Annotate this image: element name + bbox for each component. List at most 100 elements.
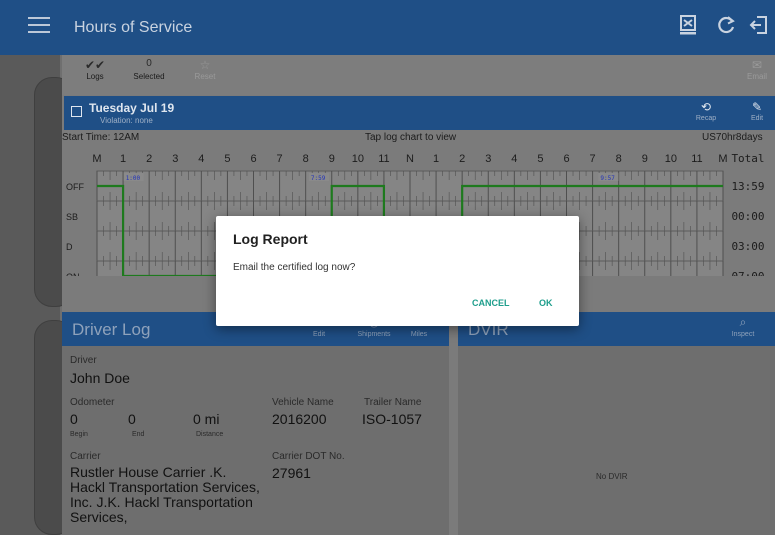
- hour-label: 2: [459, 153, 465, 165]
- hour-label: 11: [378, 153, 389, 165]
- menu-icon[interactable]: [28, 17, 50, 37]
- pencil-icon: ✎: [751, 100, 763, 114]
- dialog-message: Email the certified log now?: [233, 262, 356, 273]
- time-marker: 7:59: [311, 175, 326, 182]
- trailer-label: Trailer Name: [364, 397, 422, 408]
- carrier-value: Rustler House Carrier .K. Hackl Transpor…: [70, 464, 260, 525]
- carrier-label: Carrier: [70, 451, 101, 462]
- total-header: Total: [731, 152, 764, 165]
- inspect-label: Inspect: [731, 331, 755, 338]
- hour-label: 2: [146, 153, 152, 165]
- driver-log-card: Driver Log ✎Edit ◎Shipments ▰Miles Drive…: [62, 312, 449, 535]
- driver-log-title: Driver Log: [72, 320, 151, 339]
- logout-icon[interactable]: [746, 14, 772, 40]
- email-button[interactable]: ✉ Email: [742, 58, 772, 81]
- hour-label: 7: [590, 153, 596, 165]
- vehicle-label: Vehicle Name: [272, 397, 334, 408]
- logs-label: Logs: [86, 72, 104, 81]
- row-label: ON: [66, 272, 80, 276]
- email-label: Email: [746, 72, 767, 81]
- row-label: D: [66, 242, 73, 252]
- double-check-icon: ✔✔: [84, 58, 106, 72]
- begin-caption: Begin: [70, 431, 88, 438]
- dot-label: Carrier DOT No.: [272, 451, 345, 462]
- end-caption: End: [132, 431, 145, 438]
- log-report-dialog: Log Report Email the certified log now? …: [216, 216, 579, 326]
- star-icon: ☆: [199, 58, 211, 72]
- row-total: 13:59: [731, 180, 764, 193]
- hour-label: 9: [642, 153, 648, 165]
- recap-label: Recap: [695, 115, 717, 122]
- selected-label: Selected: [133, 72, 165, 81]
- row-total: 07:00: [731, 270, 764, 276]
- hour-label: 11: [691, 153, 702, 165]
- email-icon: ✉: [751, 58, 763, 72]
- hour-label: 1: [433, 153, 439, 165]
- vehicle-value: 2016200: [272, 411, 327, 427]
- hour-label: 3: [485, 153, 491, 165]
- time-marker: 1:00: [126, 175, 141, 182]
- driver-label: Driver: [70, 355, 97, 366]
- row-label: SB: [66, 212, 78, 222]
- hour-label: 8: [303, 153, 309, 165]
- hour-label: 4: [511, 153, 517, 165]
- hour-label: N: [406, 153, 414, 165]
- side-rail: [0, 55, 74, 535]
- edit-label: Edit: [312, 331, 326, 338]
- history-icon: ⟲: [700, 100, 712, 114]
- trailer-value: ISO-1057: [362, 411, 422, 427]
- hour-label: 10: [665, 153, 677, 165]
- no-dvir-text: No DVIR: [596, 472, 628, 481]
- hour-label: 7: [277, 153, 283, 165]
- start-time: Start Time: 12AM: [62, 132, 140, 143]
- distance-caption: Distance: [196, 431, 224, 438]
- log-toolbar: ✔✔ Logs 0 Selected ☆ Reset ✉ Email: [62, 55, 775, 95]
- hour-label: M: [718, 153, 727, 165]
- transfer-icon[interactable]: [675, 14, 701, 40]
- day-date: Tuesday Jul 19: [89, 101, 175, 115]
- shipments-label: Shipments: [357, 331, 391, 338]
- refresh-icon[interactable]: [713, 14, 739, 40]
- hour-label: 8: [616, 153, 622, 165]
- hour-label: 9: [329, 153, 335, 165]
- day-header: Tuesday Jul 19 Violation: none ⟲ Recap ✎…: [64, 96, 775, 130]
- dialog-title: Log Report: [233, 231, 308, 247]
- cancel-button[interactable]: CANCEL: [472, 298, 510, 308]
- odometer-distance: 0 mi: [193, 411, 220, 427]
- row-label: OFF: [66, 182, 84, 192]
- hour-label: 6: [563, 153, 569, 165]
- reset-label: Reset: [194, 72, 216, 81]
- row-total: 03:00: [731, 240, 764, 253]
- day-checkbox[interactable]: [71, 106, 82, 117]
- hour-label: 3: [172, 153, 178, 165]
- selected-counter: 0 Selected: [127, 58, 171, 81]
- logs-button[interactable]: ✔✔ Logs: [80, 58, 110, 81]
- hour-label: 6: [250, 153, 256, 165]
- violation-status: Violation: none: [100, 116, 153, 125]
- hour-label: 5: [537, 153, 543, 165]
- hour-label: 5: [224, 153, 230, 165]
- row-total: 00:00: [731, 210, 764, 223]
- hour-label: M: [92, 153, 101, 165]
- edit-day-button[interactable]: ✎ Edit: [744, 100, 770, 122]
- chart-hint: Tap log chart to view: [365, 132, 457, 143]
- app-bar: Hours of Service: [0, 0, 775, 55]
- driver-name: John Doe: [70, 370, 130, 386]
- miles-label: Miles: [410, 331, 428, 338]
- inspect-button[interactable]: ⌕ Inspect: [726, 315, 760, 338]
- search-icon: ⌕: [739, 315, 747, 329]
- edit-label: Edit: [750, 115, 764, 122]
- selected-count: 0: [146, 58, 152, 69]
- ok-button[interactable]: OK: [539, 298, 553, 308]
- hour-label: 10: [352, 153, 364, 165]
- reset-button[interactable]: ☆ Reset: [190, 58, 220, 81]
- dot-value: 27961: [272, 465, 311, 481]
- ruleset: US70hr8days: [702, 132, 763, 143]
- odometer-label: Odometer: [70, 397, 115, 408]
- hour-label: 1: [120, 153, 126, 165]
- time-marker: 9:57: [600, 175, 615, 182]
- odometer-end: 0: [128, 411, 136, 427]
- hour-label: 4: [198, 153, 204, 165]
- recap-button[interactable]: ⟲ Recap: [690, 100, 722, 122]
- dvir-card: DVIR ⌕ Inspect No DVIR: [458, 312, 775, 535]
